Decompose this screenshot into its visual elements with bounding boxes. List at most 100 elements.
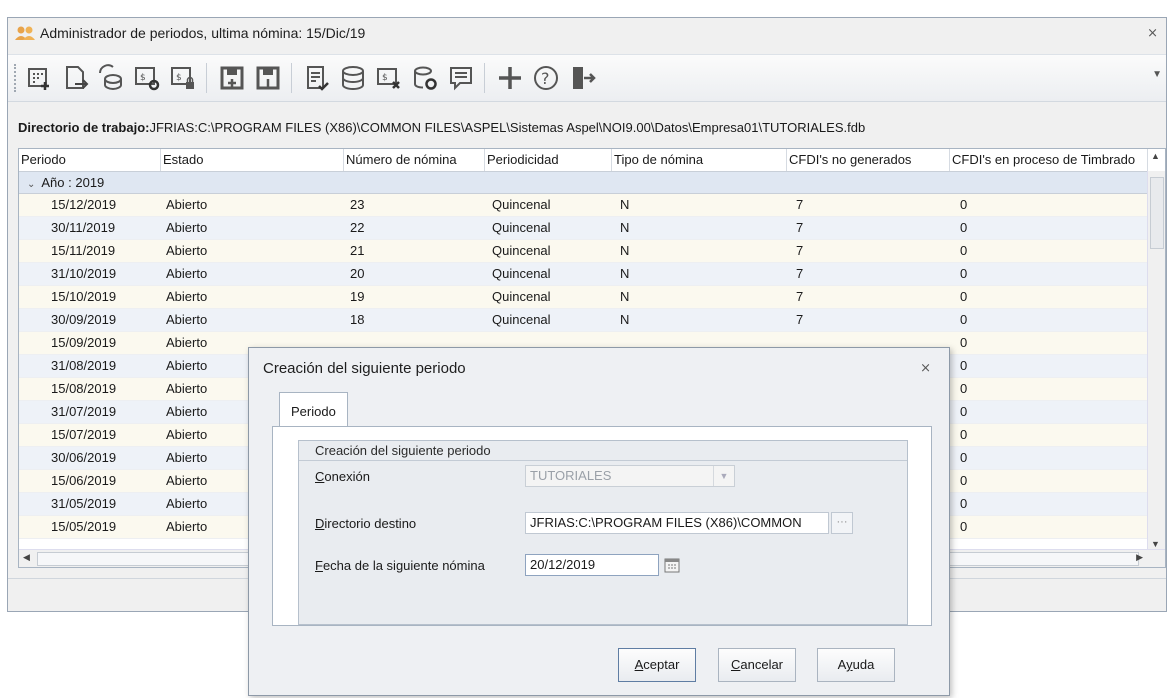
directorio-label: Directorio destino [315, 516, 417, 531]
directorio-field[interactable]: JFRIAS:C:\PROGRAM FILES (X86)\COMMON [525, 512, 829, 534]
cell-cfdi-no-generados: 7 [796, 243, 804, 258]
cell-periodicidad: Quincenal [492, 312, 551, 327]
scroll-down-icon[interactable]: ▼ [1151, 539, 1160, 549]
tab-periodo[interactable]: Periodo [279, 392, 348, 427]
col-header-tipo[interactable]: Tipo de nómina [612, 149, 787, 171]
cell-periodicidad: Quincenal [492, 289, 551, 304]
export-document-icon[interactable] [58, 61, 92, 95]
cell-periodo: 15/08/2019 [51, 381, 117, 396]
row-indent [19, 493, 47, 515]
col-header-cfdi-timbrado[interactable]: CFDI's en proceso de Timbrado [950, 149, 1148, 171]
cell-periodicidad: Quincenal [492, 243, 551, 258]
cell-periodicidad: Quincenal [492, 197, 551, 212]
cell-cfdi-no-generados: 7 [796, 312, 804, 327]
cell-estado: Abierto [166, 289, 208, 304]
database-coins-icon[interactable] [336, 61, 370, 95]
table-row[interactable]: 31/10/2019 Abierto 20 Quincenal N 7 0 [19, 263, 1165, 286]
cell-cfdi-timbrado: 0 [960, 473, 968, 488]
conexion-select[interactable]: TUTORIALES ▼ [525, 465, 735, 487]
col-header-periodicidad[interactable]: Periodicidad [485, 149, 612, 171]
cell-cfdi-timbrado: 0 [960, 427, 968, 442]
calendar-icon[interactable] [661, 554, 683, 576]
row-indent [19, 447, 47, 469]
col-header-estado[interactable]: Estado [161, 149, 344, 171]
cell-cfdi-no-generados: 7 [796, 266, 804, 281]
group-row-year[interactable]: ⌄ Año : 2019 [19, 172, 1165, 194]
aceptar-button[interactable]: Aceptar [618, 648, 696, 682]
cell-cfdi-timbrado: 0 [960, 519, 968, 534]
vertical-scrollbar[interactable]: ▲ ▼ [1147, 151, 1165, 551]
tab-body: Creación del siguiente periodo Conexión … [272, 426, 932, 626]
table-row[interactable]: 15/11/2019 Abierto 21 Quincenal N 7 0 [19, 240, 1165, 263]
help-icon[interactable]: ? [529, 61, 563, 95]
cell-periodo: 15/07/2019 [51, 427, 117, 442]
toolbar-grip[interactable] [14, 64, 20, 92]
cell-numero: 23 [350, 197, 365, 212]
add-icon[interactable] [493, 61, 527, 95]
workdir-value: JFRIAS:C:\PROGRAM FILES (X86)\COMMON FIL… [149, 119, 866, 135]
working-directory: Directorio de trabajo: JFRIAS:C:\PROGRAM… [8, 116, 1166, 138]
cell-estado: Abierto [166, 312, 208, 327]
ayuda-button[interactable]: Ayuda [817, 648, 895, 682]
cell-cfdi-timbrado: 0 [960, 496, 968, 511]
svg-text:$: $ [140, 73, 146, 83]
payroll-cancel-icon[interactable]: $ [372, 61, 406, 95]
save-open-icon[interactable] [215, 61, 249, 95]
calendar-add-icon[interactable] [22, 61, 56, 95]
col-header-cfdi-no-generados[interactable]: CFDI's no generados [787, 149, 950, 171]
next-period-dialog: Creación del siguiente periodo ⨯ Periodo… [248, 347, 950, 696]
cell-numero: 20 [350, 266, 365, 281]
fecha-field[interactable]: 20/12/2019 [525, 554, 659, 576]
dropdown-arrow-icon[interactable]: ▼ [713, 466, 734, 486]
payroll-lock-icon[interactable]: $ [166, 61, 200, 95]
grid-header: Periodo Estado Número de nómina Periodic… [19, 149, 1165, 172]
row-indent [19, 309, 47, 331]
cell-cfdi-timbrado: 0 [960, 243, 968, 258]
users-icon [14, 25, 36, 41]
cell-periodicidad: Quincenal [492, 266, 551, 281]
table-row[interactable]: 15/12/2019 Abierto 23 Quincenal N 7 0 [19, 194, 1165, 217]
database-settings-icon[interactable] [408, 61, 442, 95]
cell-cfdi-timbrado: 0 [960, 335, 968, 350]
col-header-numero[interactable]: Número de nómina [344, 149, 485, 171]
scroll-up-icon[interactable]: ▲ [1151, 151, 1160, 161]
scroll-left-icon[interactable]: ◀ [23, 552, 30, 563]
payroll-settings-icon[interactable]: $ [130, 61, 164, 95]
cell-cfdi-no-generados: 7 [796, 289, 804, 304]
scroll-right-icon[interactable]: ▶ [1136, 552, 1143, 563]
cell-periodo: 30/09/2019 [51, 312, 117, 327]
table-row[interactable]: 15/10/2019 Abierto 19 Quincenal N 7 0 [19, 286, 1165, 309]
cell-periodo: 15/12/2019 [51, 197, 117, 212]
cell-numero: 19 [350, 289, 365, 304]
chevron-down-icon[interactable]: ⌄ [27, 179, 35, 190]
row-indent [19, 516, 47, 538]
close-icon[interactable]: ⨯ [1147, 25, 1158, 41]
toolbar-overflow-icon[interactable]: ▼ [1152, 69, 1162, 80]
exit-icon[interactable] [565, 61, 599, 95]
row-indent [19, 401, 47, 423]
close-icon[interactable]: ⨯ [920, 360, 931, 376]
cell-tipo: N [620, 197, 630, 212]
cell-tipo: N [620, 289, 630, 304]
col-header-periodo[interactable]: Periodo [19, 149, 161, 171]
cancelar-button[interactable]: Cancelar [718, 648, 796, 682]
cell-tipo: N [620, 266, 630, 281]
table-row[interactable]: 30/11/2019 Abierto 22 Quincenal N 7 0 [19, 217, 1165, 240]
table-row[interactable]: 30/09/2019 Abierto 18 Quincenal N 7 0 [19, 309, 1165, 332]
cell-numero: 18 [350, 312, 365, 327]
row-indent [19, 286, 47, 308]
cell-numero: 22 [350, 220, 365, 235]
title-bar: Administrador de periodos, ultima nómina… [8, 18, 1166, 48]
cell-numero: 21 [350, 243, 365, 258]
browse-button[interactable]: ··· [831, 512, 853, 534]
row-indent [19, 194, 47, 216]
coins-refresh-icon[interactable] [94, 61, 128, 95]
document-check-icon[interactable] [300, 61, 334, 95]
message-icon[interactable] [444, 61, 478, 95]
vertical-scroll-thumb[interactable] [1150, 177, 1164, 249]
cell-periodo: 15/11/2019 [51, 243, 116, 258]
cell-cfdi-timbrado: 0 [960, 450, 968, 465]
save-close-icon[interactable] [251, 61, 285, 95]
cell-cfdi-timbrado: 0 [960, 404, 968, 419]
cell-cfdi-timbrado: 0 [960, 197, 968, 212]
